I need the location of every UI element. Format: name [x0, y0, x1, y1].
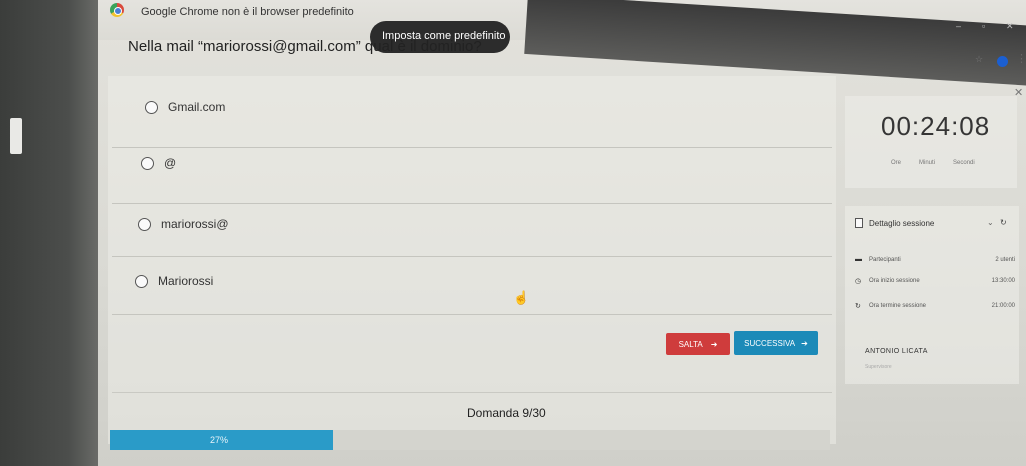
bezel-sticker	[10, 118, 22, 154]
arrow-right-icon: ➜	[710, 339, 718, 349]
screen: Google Chrome non è il browser predefini…	[98, 0, 1026, 466]
document-icon	[855, 218, 863, 228]
option-1[interactable]: Gmail.com	[145, 100, 225, 114]
session-row-start: ◷ Ora inizio sessione 13:30:00	[855, 277, 1015, 285]
minimize-icon[interactable]: –	[956, 21, 961, 31]
option-label: @	[164, 156, 177, 170]
option-label: Mariorossi	[158, 274, 214, 288]
radio-button[interactable]	[135, 274, 148, 288]
option-divider	[112, 147, 832, 148]
next-label: SUCCESSIVA	[744, 338, 796, 348]
chevron-down-icon[interactable]: ⌄	[987, 218, 994, 227]
timer-display: 00:24:08	[881, 111, 991, 141]
arrow-right-icon: ➔	[801, 338, 808, 348]
hand-cursor-icon: ☝	[513, 290, 530, 305]
menu-icon[interactable]: ⋮	[1016, 52, 1026, 65]
monitor-bezel	[0, 0, 98, 466]
chrome-logo-icon	[110, 3, 124, 17]
session-row-label: Ora inizio sessione	[869, 278, 920, 284]
progress-bar: 27%	[110, 430, 830, 450]
timer-unit-hours: Ore	[891, 160, 902, 166]
footer-divider	[112, 392, 832, 393]
skip-button[interactable]: SALTA ➜	[666, 333, 730, 355]
supervisor-role: Supervisore	[865, 364, 892, 370]
question-counter: Domanda 9/30	[467, 406, 546, 420]
profile-icon[interactable]	[997, 56, 1008, 67]
option-2[interactable]: @	[141, 156, 176, 170]
timer-card: 00:24:08 Ore Minuti Secondi	[845, 96, 1017, 188]
skip-label: SALTA	[678, 339, 703, 349]
option-label: mariorossi@	[161, 217, 229, 231]
quiz-card	[108, 76, 836, 444]
star-icon[interactable]: ☆	[975, 54, 983, 65]
session-row-end: ↻ Ora termine sessione 21:00:00	[855, 302, 1015, 310]
radio-button[interactable]	[141, 156, 154, 170]
progress-label: 27%	[210, 435, 229, 445]
session-row-label: Ora termine sessione	[869, 303, 927, 309]
clock-icon: ◷	[855, 278, 862, 285]
maximize-icon[interactable]: ▫	[982, 21, 985, 31]
option-4[interactable]: Mariorossi	[135, 274, 213, 288]
option-3[interactable]: mariorossi@	[138, 217, 229, 231]
timer-unit-seconds: Secondi	[953, 160, 975, 166]
session-card: Dettaglio sessione ⌄ ↻ ▬ Partecipanti 2 …	[845, 206, 1019, 384]
session-row-participants: ▬ Partecipanti 2 utenti	[855, 256, 1015, 263]
timer-units: Ore Minuti Secondi	[891, 160, 975, 166]
radio-button[interactable]	[138, 217, 151, 231]
radio-button[interactable]	[145, 100, 158, 114]
participants-icon: ▬	[855, 256, 862, 263]
next-button[interactable]: SUCCESSIVA ➔	[734, 331, 818, 355]
session-title: Dettaglio sessione	[869, 218, 935, 228]
timer-unit-minutes: Minuti	[919, 160, 936, 166]
session-row-value: 13:30:00	[991, 278, 1015, 284]
session-row-label: Partecipanti	[869, 256, 901, 263]
infobar-message: Google Chrome non è il browser predefini…	[141, 6, 354, 18]
session-header: Dettaglio sessione	[855, 218, 934, 228]
supervisor-name: ANTONIO LICATA	[865, 348, 928, 355]
question-text: Nella mail “mariorossi@gmail.com” qual è…	[128, 38, 482, 55]
session-row-value: 2 utenti	[995, 256, 1015, 263]
close-window-icon[interactable]: ✕	[1006, 21, 1014, 32]
option-label: Gmail.com	[168, 100, 226, 114]
option-divider	[112, 203, 832, 204]
option-divider	[112, 256, 832, 257]
refresh-icon[interactable]: ↻	[1000, 218, 1007, 227]
session-row-value: 21:00:00	[991, 303, 1015, 309]
history-icon: ↻	[855, 303, 861, 310]
option-divider	[112, 314, 832, 315]
